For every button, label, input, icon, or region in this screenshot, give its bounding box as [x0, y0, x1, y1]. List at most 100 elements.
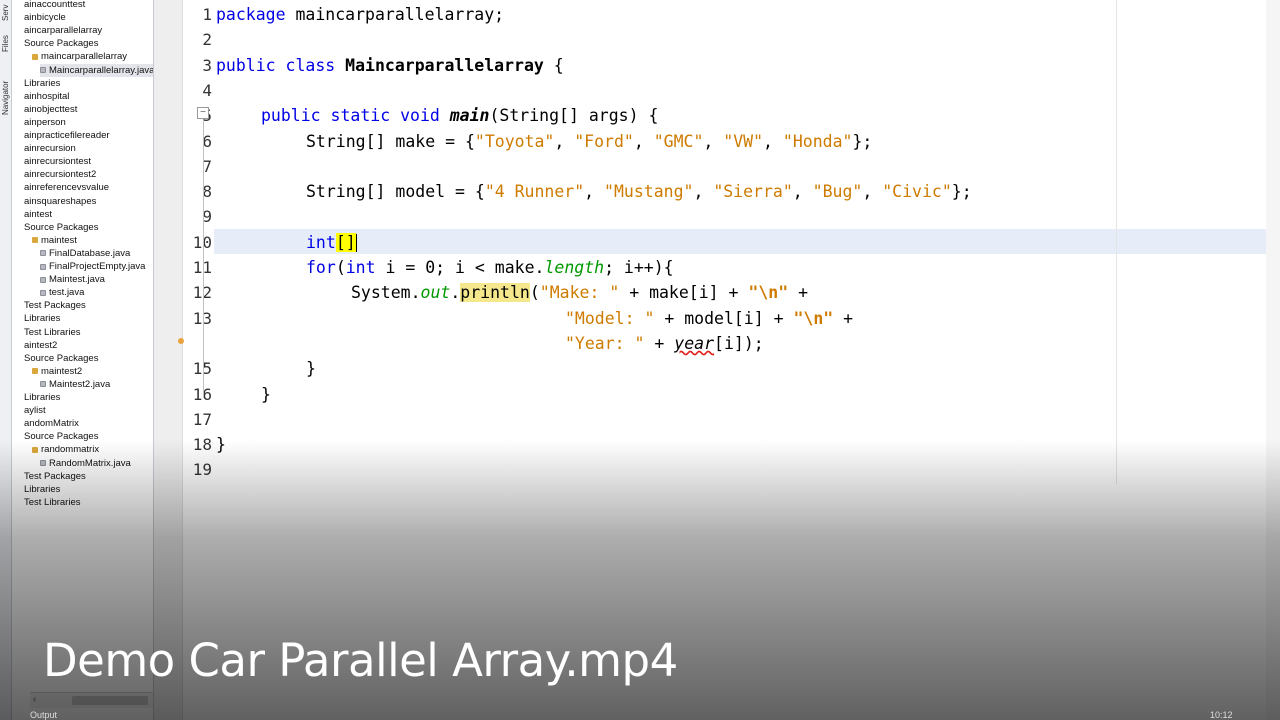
code-line-11[interactable]: for(int i = 0; i < make.length; i++){	[306, 255, 674, 280]
line-number: 17	[192, 409, 212, 429]
code-line-14[interactable]: "Year: " + year[i]);	[565, 331, 764, 356]
tree-item-label: Libraries	[24, 392, 61, 403]
tree-item[interactable]: ainbicycle	[24, 11, 66, 24]
tree-item-label: aylist	[24, 405, 46, 417]
tree-item-label: aintest2	[24, 339, 58, 351]
tree-item[interactable]: Test Libraries	[24, 326, 81, 339]
tree-item[interactable]: aintest	[24, 208, 52, 221]
tree-item-label: Maintest2.java	[49, 378, 111, 390]
line-number: 8	[202, 182, 212, 202]
line-number: 2	[202, 30, 212, 50]
tree-item[interactable]: aintest2	[24, 339, 57, 352]
tree-item[interactable]: ainaccounttest	[24, 0, 85, 11]
tree-item-label: Test Packages	[24, 300, 86, 312]
code-line-5[interactable]: public static void main(String[] args) {	[261, 103, 658, 128]
code-line-12[interactable]: System.out.println("Make: " + make[i] + …	[351, 280, 808, 305]
tree-item[interactable]: ainpracticefilereader	[24, 129, 110, 142]
code-line-8[interactable]: String[] model = {"4 Runner", "Mustang",…	[306, 179, 972, 204]
tree-item-label: ainobjecttest	[24, 103, 78, 115]
line-number: 11	[183, 255, 212, 280]
tree-item[interactable]: ainreferencevsvalue	[24, 181, 109, 194]
code-line-6[interactable]: String[] make = {"Toyota", "Ford", "GMC"…	[306, 129, 872, 154]
line-number: 4	[202, 80, 212, 100]
code-line-1[interactable]: package maincarparallelarray;	[216, 2, 504, 27]
tree-item-label: ainsquareshapes	[24, 195, 97, 207]
tree-item[interactable]: ainrecursiontest	[24, 155, 91, 168]
tree-item-label: ainrecursion	[24, 143, 76, 155]
text-caret	[355, 234, 357, 253]
tree-item[interactable]: aincarparallelarray	[24, 24, 102, 37]
tree-item[interactable]: aylist	[24, 404, 46, 417]
tree-item[interactable]: ainrecursion	[24, 142, 76, 155]
tree-item-label: ainrecursiontest	[24, 156, 92, 168]
tree-item-label: maintest2	[41, 365, 83, 377]
tree-item-label: Maintest.java	[49, 274, 105, 286]
tree-item[interactable]: maintest2	[32, 365, 82, 378]
code-line-15[interactable]: }	[306, 356, 316, 381]
tree-item[interactable]: ainrecursiontest2	[24, 168, 96, 181]
line-number: 13	[183, 306, 212, 331]
line-number: 3	[202, 55, 212, 75]
line-number: 6	[202, 131, 212, 151]
fold-guide	[203, 120, 204, 398]
video-title-caption: Demo Car Parallel Array.mp4	[43, 634, 678, 687]
tree-item[interactable]: ainsquareshapes	[24, 195, 96, 208]
code-line-16[interactable]: }	[261, 382, 271, 407]
code-line-13[interactable]: "Model: " + model[i] + "\n" +	[565, 306, 853, 331]
tree-item-label: aincarparallelarray	[24, 25, 103, 37]
tree-item-label: Libraries	[24, 313, 61, 325]
line-number: 9	[202, 207, 212, 227]
files-tab[interactable]: Files	[0, 28, 12, 60]
tree-item[interactable]: FinalProjectEmpty.java	[40, 260, 145, 273]
navigator-tab[interactable]: Navigator	[0, 66, 12, 130]
tree-item-label: ainperson	[24, 116, 66, 128]
tree-item-label: maintest	[41, 234, 77, 246]
tree-item[interactable]: ainobjecttest	[24, 103, 77, 116]
tree-item[interactable]: Libraries	[24, 77, 60, 90]
fold-collapse-icon[interactable]: −	[197, 107, 209, 119]
services-tab[interactable]: Serv	[0, 0, 12, 26]
tree-item[interactable]: Maintest.java	[40, 273, 105, 286]
tree-item-label: andomMatrix	[24, 418, 79, 430]
tree-item-label: Source Packages	[24, 38, 99, 50]
tree-item[interactable]: Source Packages	[24, 221, 98, 234]
right-margin-line	[1116, 0, 1117, 484]
tree-item[interactable]: ainhospital	[24, 90, 69, 103]
tree-item[interactable]: Source Packages	[24, 352, 98, 365]
output-tab[interactable]: Output	[30, 710, 57, 720]
tree-item-label: Source Packages	[24, 221, 99, 233]
tree-item[interactable]: test.java	[40, 286, 84, 299]
java-file-icon	[40, 67, 46, 73]
tree-item[interactable]: FinalDatabase.java	[40, 247, 130, 260]
line-number: 1	[202, 5, 212, 24]
package-icon	[32, 368, 38, 375]
line-number: 10	[183, 230, 212, 255]
tree-item-label: Libraries	[24, 77, 61, 89]
tree-item[interactable]: Source Packages	[24, 37, 98, 50]
code-line-10[interactable]: int[]	[306, 230, 357, 255]
java-file-icon	[40, 250, 46, 257]
tree-item[interactable]: andomMatrix	[24, 417, 79, 430]
tree-item[interactable]: Test Packages	[24, 299, 86, 312]
tree-item[interactable]: ainperson	[24, 116, 66, 129]
line-number: 7	[202, 156, 212, 176]
tree-item-label: Test Libraries	[24, 326, 81, 338]
code-line-3[interactable]: public class Maincarparallelarray {	[216, 53, 564, 78]
package-icon	[32, 237, 38, 244]
tree-item[interactable]: Maincarparallelarray.java	[40, 63, 154, 77]
tree-item-label: FinalDatabase.java	[49, 247, 131, 259]
tree-item-label: ainbicycle	[24, 12, 66, 24]
line-number	[183, 331, 212, 356]
tree-item[interactable]: Maintest2.java	[40, 378, 110, 391]
line-number: 16	[183, 382, 212, 407]
line-number: 12	[183, 280, 212, 305]
tree-item[interactable]: Libraries	[24, 312, 60, 325]
java-file-icon	[40, 276, 46, 283]
tree-item-label: maincarparallelarray	[41, 51, 128, 63]
tree-item-label: aintest	[24, 208, 52, 220]
warning-marker-icon[interactable]	[178, 338, 184, 344]
tree-item[interactable]: maintest	[32, 234, 77, 247]
tree-item-label: Maincarparallelarray.java	[49, 64, 154, 76]
tree-item[interactable]: Libraries	[24, 391, 60, 404]
tree-item[interactable]: maincarparallelarray	[32, 50, 127, 63]
